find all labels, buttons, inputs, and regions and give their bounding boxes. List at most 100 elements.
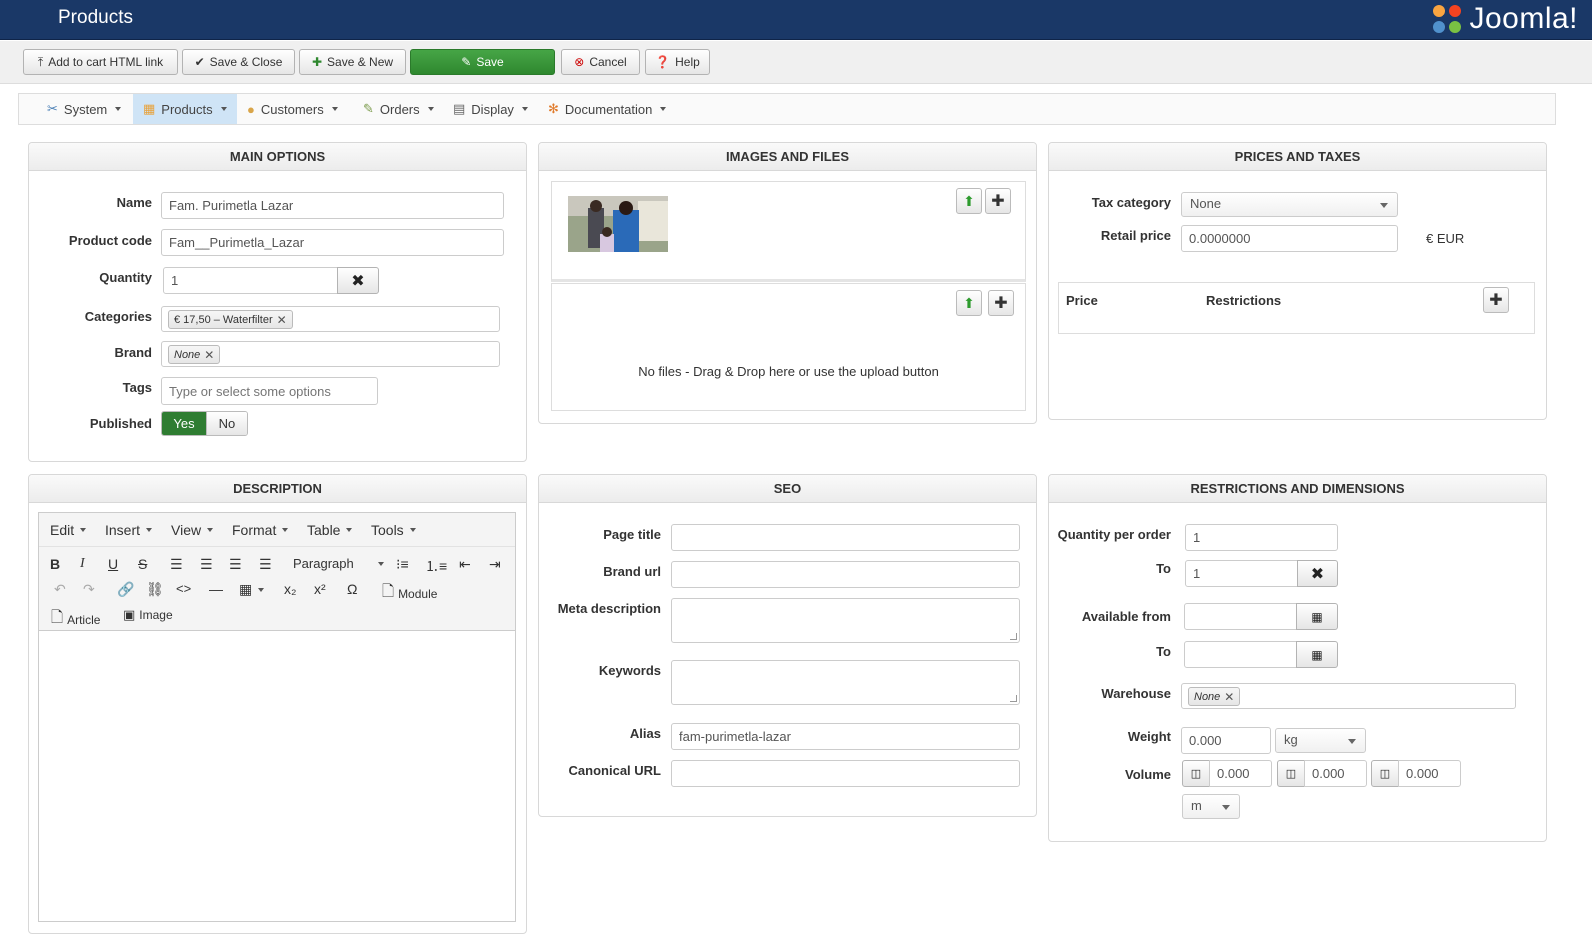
menu-display[interactable]: ▤ Display <box>443 94 538 124</box>
remove-icon[interactable]: ✕ <box>204 348 214 362</box>
align-right-icon[interactable]: ☰ <box>229 556 242 573</box>
remove-icon[interactable]: ✕ <box>277 313 287 327</box>
quantity-input[interactable] <box>163 267 338 294</box>
code-icon[interactable]: <> <box>176 581 191 596</box>
clear-quantity-button[interactable]: ✖ <box>337 267 379 294</box>
block-format-select[interactable]: Paragraph <box>293 556 384 571</box>
add-image-button[interactable]: ✚ <box>985 188 1011 214</box>
available-from-calendar-button[interactable]: ▦ <box>1296 603 1338 630</box>
main-options-panel: MAIN OPTIONS <box>28 142 527 462</box>
available-from-input[interactable] <box>1184 603 1297 630</box>
editor-content-area[interactable] <box>39 631 515 921</box>
volume-unit-select[interactable]: m <box>1182 794 1240 819</box>
save-new-button[interactable]: ✚ Save & New <box>299 49 406 75</box>
currency-label: € EUR <box>1426 231 1465 246</box>
help-button[interactable]: ❓ Help <box>645 49 710 75</box>
menu-orders[interactable]: ✎ Orders <box>353 94 443 124</box>
resize-handle-icon[interactable] <box>1010 695 1017 702</box>
warehouse-field[interactable]: None ✕ <box>1181 683 1516 709</box>
quantity-per-order-input[interactable] <box>1185 524 1338 551</box>
unlink-icon[interactable]: ⛓ <box>146 581 164 598</box>
users-icon: ● <box>247 101 255 117</box>
clear-quantity-to-button[interactable]: ✖ <box>1297 560 1338 587</box>
published-toggle[interactable]: Yes No <box>161 411 248 436</box>
editor-menu-table[interactable]: Table <box>307 522 353 538</box>
link-icon[interactable]: 🔗 <box>117 581 134 598</box>
volume-width-icon: ◫ <box>1277 760 1305 787</box>
product-code-input[interactable] <box>161 229 504 256</box>
redo-icon[interactable]: ↷ <box>83 581 95 598</box>
name-input[interactable] <box>161 192 504 219</box>
upload-file-button[interactable]: ⬆ <box>956 290 982 316</box>
strikethrough-icon[interactable]: S <box>138 556 147 572</box>
numbered-list-icon[interactable]: ⒈≡ <box>425 556 447 576</box>
align-center-icon[interactable]: ☰ <box>200 556 213 573</box>
menu-products[interactable]: ▦ Products <box>133 94 237 124</box>
image-label: Image <box>139 608 173 622</box>
add-price-button[interactable]: ✚ <box>1483 287 1509 313</box>
retail-price-input[interactable] <box>1181 225 1398 252</box>
add-to-cart-html-button[interactable]: ⤒ Add to cart HTML link <box>23 49 178 75</box>
tags-input[interactable] <box>161 377 378 405</box>
meta-description-textarea[interactable] <box>671 598 1020 643</box>
alias-input[interactable] <box>671 723 1020 750</box>
add-file-button[interactable]: ✚ <box>988 290 1014 316</box>
published-no-option[interactable]: No <box>205 412 247 435</box>
editor-menu-view[interactable]: View <box>171 522 214 538</box>
categories-field[interactable]: € 17,50 – Waterfilter ✕ <box>161 306 500 332</box>
image-icon: ▣ <box>123 607 136 622</box>
underline-icon[interactable]: U <box>108 556 118 572</box>
published-yes-option[interactable]: Yes <box>162 412 206 435</box>
no-files-message: No files - Drag & Drop here or use the u… <box>638 364 939 379</box>
available-to-input[interactable] <box>1184 641 1297 668</box>
page-title-input[interactable] <box>671 524 1020 551</box>
volume-length-input[interactable] <box>1209 760 1272 787</box>
italic-icon[interactable]: I <box>80 556 85 572</box>
outdent-icon[interactable]: ⇤ <box>459 556 471 573</box>
editor-menu-insert[interactable]: Insert <box>105 522 153 538</box>
canonical-url-input[interactable] <box>671 760 1020 787</box>
volume-width-input[interactable] <box>1304 760 1367 787</box>
save-close-button[interactable]: ✔ Save & Close <box>182 49 295 75</box>
module-button[interactable]: 🗋 Module <box>382 581 437 606</box>
editor-menu-edit[interactable]: Edit <box>50 522 87 538</box>
table-icon[interactable]: ▦ <box>239 581 265 598</box>
chevron-down-icon <box>1222 805 1230 810</box>
brand-url-input[interactable] <box>671 561 1020 588</box>
bullet-list-icon[interactable]: ⁝≡ <box>396 556 409 573</box>
special-character-icon[interactable]: Ω <box>347 581 357 597</box>
remove-icon[interactable]: ✕ <box>1224 690 1234 704</box>
cancel-button[interactable]: ⊗ Cancel <box>561 49 640 75</box>
menu-orders-label: Orders <box>379 101 420 117</box>
article-button[interactable]: 🗋 Article <box>51 607 100 632</box>
weight-unit-select[interactable]: kg <box>1275 728 1366 753</box>
indent-icon[interactable]: ⇥ <box>489 556 501 573</box>
save-button[interactable]: ✎ Save <box>410 49 555 75</box>
files-dropzone[interactable] <box>551 283 1026 411</box>
keywords-textarea[interactable] <box>671 660 1020 705</box>
bold-icon[interactable]: B <box>50 556 60 572</box>
superscript-icon[interactable]: x² <box>314 581 326 597</box>
image-button[interactable]: ▣ Image <box>123 607 173 623</box>
subscript-icon[interactable]: x₂ <box>284 581 296 597</box>
menu-system[interactable]: ✂ System <box>37 94 133 124</box>
tax-category-select[interactable]: None <box>1181 192 1398 217</box>
upload-image-button[interactable]: ⬆ <box>956 188 982 214</box>
editor-menu-format[interactable]: Format <box>232 522 289 538</box>
horizontal-rule-icon[interactable]: — <box>209 581 223 597</box>
product-image-thumbnail[interactable] <box>568 196 668 252</box>
chevron-down-icon <box>331 107 338 111</box>
quantity-to-input[interactable] <box>1185 560 1298 587</box>
chevron-down-icon <box>346 528 353 532</box>
resize-handle-icon[interactable] <box>1010 633 1017 640</box>
menu-customers[interactable]: ● Customers <box>237 94 349 124</box>
editor-menu-tools[interactable]: Tools <box>371 522 416 538</box>
align-left-icon[interactable]: ☰ <box>170 556 183 573</box>
weight-input[interactable] <box>1181 727 1271 754</box>
brand-field[interactable]: None ✕ <box>161 341 500 367</box>
align-justify-icon[interactable]: ☰ <box>259 556 272 573</box>
menu-documentation[interactable]: ✻ Documentation <box>538 94 678 124</box>
available-to-calendar-button[interactable]: ▦ <box>1296 641 1338 668</box>
volume-height-input[interactable] <box>1398 760 1461 787</box>
undo-icon[interactable]: ↶ <box>54 581 66 598</box>
